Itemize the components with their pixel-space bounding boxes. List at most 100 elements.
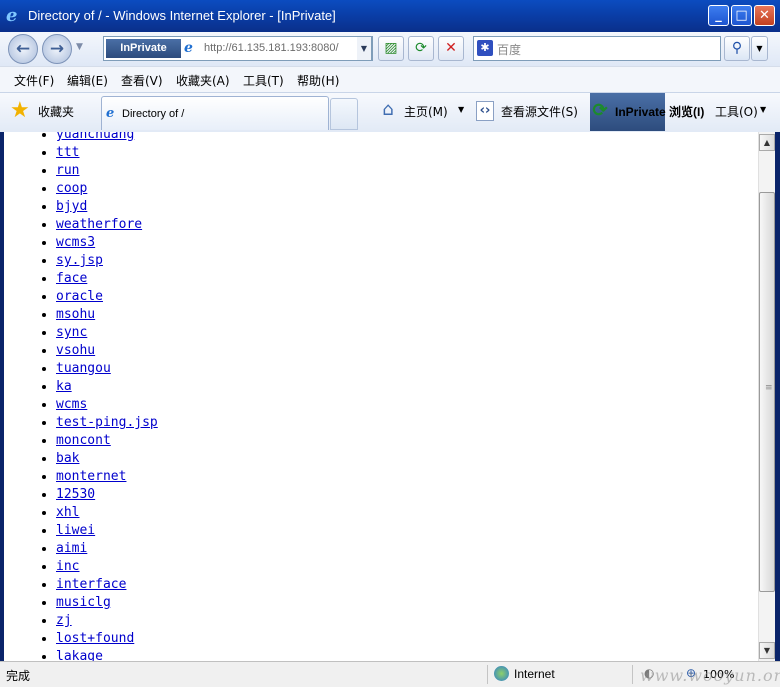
list-item: xhl <box>56 504 158 522</box>
status-divider <box>632 665 633 684</box>
list-item: monternet <box>56 468 158 486</box>
favorites-star-icon[interactable]: ★ <box>10 100 30 122</box>
command-bar: ★ 收藏夹 e Directory of / ⌂ 主页(M) ▼ ‹› 查看源文… <box>0 92 780 132</box>
directory-link[interactable]: sync <box>56 325 87 340</box>
menu-tools[interactable]: 工具(T) <box>243 72 284 89</box>
refresh-button[interactable]: ⟳ <box>408 36 434 61</box>
search-options-dropdown[interactable]: ▼ <box>751 36 768 61</box>
minimize-button[interactable]: _ <box>708 5 729 26</box>
tab-page-icon: e <box>106 106 115 121</box>
inprivate-badge[interactable]: InPrivate <box>106 39 181 58</box>
search-button[interactable]: ⚲ <box>724 36 750 61</box>
status-divider <box>487 665 488 684</box>
security-zone-label[interactable]: Internet <box>514 667 555 681</box>
directory-link[interactable]: xhl <box>56 505 79 520</box>
directory-link[interactable]: tuangou <box>56 361 111 376</box>
directory-link[interactable]: weatherfore <box>56 217 142 232</box>
directory-link[interactable]: musiclg <box>56 595 111 610</box>
menu-favorites[interactable]: 收藏夹(A) <box>176 72 230 89</box>
directory-link[interactable]: oracle <box>56 289 103 304</box>
scroll-thumb[interactable]: ≡ <box>759 192 775 592</box>
menu-bar: 文件(F) 编辑(E) 查看(V) 收藏夹(A) 工具(T) 帮助(H) <box>0 66 780 92</box>
directory-link[interactable]: ka <box>56 379 72 394</box>
internet-zone-icon <box>494 666 509 681</box>
list-item: lost+found <box>56 630 158 648</box>
inprivate-browsing-button[interactable]: ⟳ InPrivate 浏览(I) <box>590 93 704 131</box>
list-item: inc <box>56 558 158 576</box>
address-dropdown-button[interactable]: ▼ <box>357 36 372 61</box>
stop-button[interactable]: ✕ <box>438 36 464 61</box>
home-dropdown[interactable]: ▼ <box>458 105 464 114</box>
directory-link[interactable]: 12530 <box>56 487 95 502</box>
list-item: vsohu <box>56 342 158 360</box>
directory-link[interactable]: lakage <box>56 649 103 661</box>
directory-listing: yuanchuang ttt run coop bjyd weatherfore wcms3… <box>4 132 158 661</box>
directory-link[interactable]: vsohu <box>56 343 95 358</box>
scroll-down-button[interactable]: ▼ <box>759 642 775 659</box>
scroll-up-button[interactable]: ▲ <box>759 134 775 151</box>
vertical-scrollbar[interactable]: ▲ ≡ ▼ <box>758 132 775 661</box>
url-input[interactable]: http://61.135.181.193:8080/ <box>204 42 339 54</box>
address-bar[interactable]: InPrivate e http://61.135.181.193:8080/ <box>103 36 373 61</box>
list-item: coop <box>56 180 158 198</box>
directory-link[interactable]: yuanchuang <box>56 132 134 142</box>
directory-link[interactable]: face <box>56 271 87 286</box>
directory-link[interactable]: wcms3 <box>56 235 95 250</box>
menu-view[interactable]: 查看(V) <box>121 72 163 89</box>
directory-link[interactable]: sy.jsp <box>56 253 103 268</box>
directory-link[interactable]: bak <box>56 451 79 466</box>
directory-link[interactable]: ttt <box>56 145 79 160</box>
maximize-button[interactable]: □ <box>731 5 752 26</box>
view-source-label: 查看源文件(S) <box>501 105 578 119</box>
favorites-button[interactable]: 收藏夹 <box>38 103 74 120</box>
list-item: ka <box>56 378 158 396</box>
directory-link[interactable]: zj <box>56 613 72 628</box>
directory-link[interactable]: bjyd <box>56 199 87 214</box>
list-item: run <box>56 162 158 180</box>
inprivate-icon: ⟳ <box>592 100 608 120</box>
new-tab-button[interactable] <box>330 98 358 130</box>
list-item: wcms <box>56 396 158 414</box>
directory-link[interactable]: liwei <box>56 523 95 538</box>
recent-pages-dropdown[interactable]: ▼ <box>76 42 83 52</box>
refresh-icon: ⟳ <box>415 40 427 56</box>
directory-link[interactable]: moncont <box>56 433 111 448</box>
menu-help[interactable]: 帮助(H) <box>297 72 339 89</box>
tab-label: Directory of / <box>122 108 185 120</box>
directory-link[interactable]: lost+found <box>56 631 134 646</box>
directory-link[interactable]: run <box>56 163 79 178</box>
list-item: musiclg <box>56 594 158 612</box>
directory-link[interactable]: interface <box>56 577 126 592</box>
close-button[interactable]: ✕ <box>754 5 775 26</box>
home-icon: ⌂ <box>382 99 394 120</box>
forward-button[interactable]: → <box>42 34 72 64</box>
back-arrow-icon: ← <box>15 39 31 59</box>
tab-directory[interactable]: e Directory of / <box>101 96 329 130</box>
list-item: sync <box>56 324 158 342</box>
compatibility-view-button[interactable]: ▨ <box>378 36 404 61</box>
directory-link[interactable]: inc <box>56 559 79 574</box>
directory-link[interactable]: aimi <box>56 541 87 556</box>
back-button[interactable]: ← <box>8 34 38 64</box>
directory-link[interactable]: coop <box>56 181 87 196</box>
title-bar[interactable]: e Directory of / - Windows Internet Expl… <box>0 0 780 32</box>
tools-dropdown[interactable]: ▼ <box>760 105 766 114</box>
baidu-paw-icon: ✱ <box>477 40 493 56</box>
search-box[interactable]: ✱ 百度 <box>473 36 721 61</box>
scroll-grip-icon: ≡ <box>765 383 773 393</box>
list-item: aimi <box>56 540 158 558</box>
menu-file[interactable]: 文件(F) <box>14 72 54 89</box>
list-item: tuangou <box>56 360 158 378</box>
list-item: weatherfore <box>56 216 158 234</box>
list-item: lakage <box>56 648 158 661</box>
directory-link[interactable]: monternet <box>56 469 126 484</box>
home-label: 主页(M) <box>404 105 448 119</box>
directory-link[interactable]: test-ping.jsp <box>56 415 158 430</box>
list-item: yuanchuang <box>56 132 158 144</box>
menu-edit[interactable]: 编辑(E) <box>67 72 108 89</box>
window-title: Directory of / - Windows Internet Explor… <box>28 8 336 23</box>
directory-link[interactable]: wcms <box>56 397 87 412</box>
directory-link[interactable]: msohu <box>56 307 95 322</box>
page-icon: e <box>184 40 193 56</box>
search-input[interactable]: 百度 <box>497 41 521 58</box>
